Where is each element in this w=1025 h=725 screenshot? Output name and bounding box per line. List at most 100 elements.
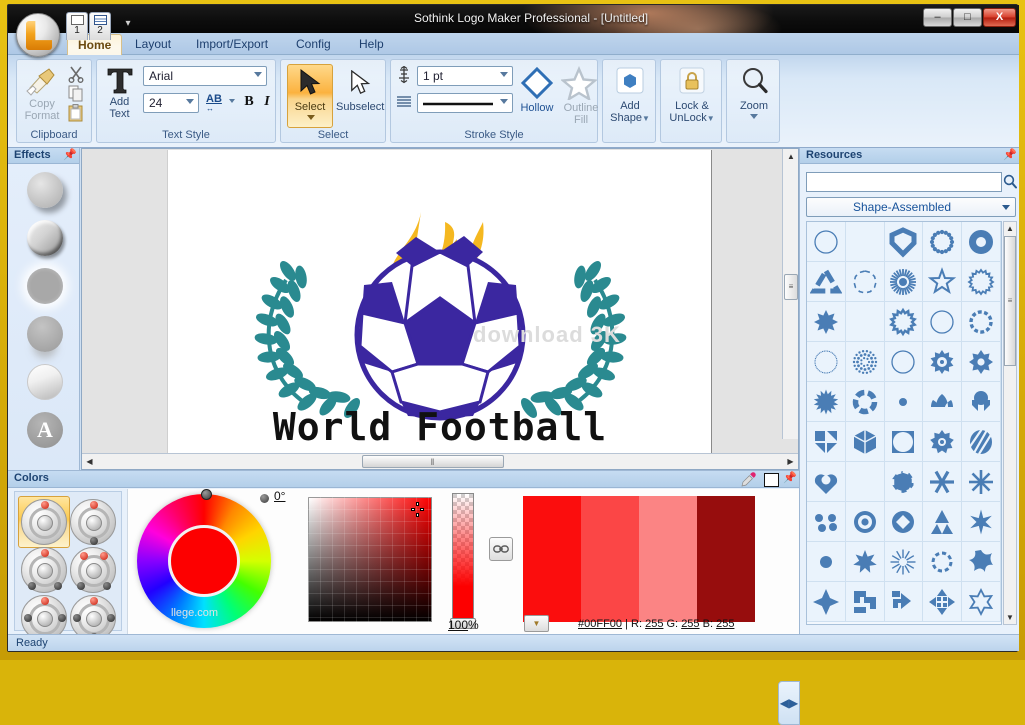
eyedropper-icon[interactable] [741,472,757,487]
reflection-effect-thumb[interactable] [27,316,63,352]
pin-icon[interactable]: 📌 [783,473,797,485]
shape-cell-dashed-petal-ring[interactable] [845,222,885,262]
horizontal-scroll-thumb[interactable]: ‖ [362,455,504,468]
palette-dropdown-button[interactable]: ▼ [524,615,549,632]
shape-cell-scallop-ring-open[interactable] [884,302,924,342]
gradient-effect-thumb[interactable] [27,364,63,400]
g-value[interactable]: 255 [681,618,699,630]
mono-scheme-button[interactable] [21,499,67,545]
shape-cell-halftone-dot-ring[interactable] [845,342,885,382]
ribbon-group-add-shape[interactable]: Add Shape▼ [602,59,656,143]
alpha-value[interactable]: 100 [448,618,468,632]
shape-cell-arrow-bend[interactable] [884,582,924,622]
shape-cell-spiky-sun-ring[interactable] [884,342,924,382]
shape-cell-eight-point-star[interactable] [807,302,846,342]
logo-artwork[interactable]: World Football [168,150,713,453]
paste-button[interactable] [68,104,84,122]
ribbon-group-lock[interactable]: Lock & UnLock▼ [660,59,722,143]
scroll-right-button[interactable]: ▶ [783,454,798,469]
zoom-icon-button[interactable] [741,66,769,96]
quick-access-document-2[interactable]: 2 [89,12,111,40]
shape-cell-bold-asterisk[interactable] [962,502,1001,542]
canvas-vertical-scrollbar[interactable]: ▲ ≡ [782,149,798,439]
shape-cell-tri-fan[interactable] [923,502,963,542]
shape-cell-cherry-blossom[interactable] [884,382,924,422]
shape-cell-square-circle-cut[interactable] [884,422,924,462]
panel-collapse-button[interactable]: ◀▶ [778,681,800,725]
shape-cell-flower-gear[interactable] [923,422,963,462]
foreground-color-swatch[interactable] [764,473,779,487]
quick-access-dropdown-button[interactable]: ▾ [120,17,136,31]
shape-cell-sunburst-dot[interactable] [884,262,924,302]
palette-swatch-4[interactable] [697,496,755,622]
angle-value[interactable]: 0° [274,489,285,503]
scroll-left-button[interactable]: ◀ [82,454,97,469]
shape-cell-thin-ray-burst[interactable] [884,542,924,582]
alpha-slider-track[interactable] [452,493,474,623]
shape-cell-seven-point-star[interactable] [845,542,885,582]
shape-cell-four-arrow-cross[interactable] [923,582,963,622]
shape-cell-six-point-outline-star[interactable] [962,582,1001,622]
hollow-button[interactable] [519,66,555,100]
shape-cell-scalloped-ring[interactable] [962,262,1001,302]
shape-cell-heart-trefoil[interactable] [807,462,846,502]
maximize-button[interactable]: □ [953,8,982,27]
color-palette-strip[interactable] [523,496,755,622]
analogous-scheme-button[interactable] [21,547,67,593]
search-icon[interactable] [1003,174,1017,190]
shape-cell-four-point-diamond[interactable] [807,582,846,622]
select-tool-button[interactable]: Select [287,64,333,128]
shape-cell-target-circle[interactable] [845,502,885,542]
split-complement-scheme-button[interactable] [70,547,116,593]
canvas-area[interactable]: World Football download 3K ▲ ≡ ◀ ‖ ▶ [81,148,799,470]
link-colors-button[interactable] [489,537,513,561]
cut-button[interactable] [67,65,85,83]
glow-effect-thumb[interactable] [27,268,63,304]
pin-icon[interactable]: 📌 [63,150,77,162]
shape-cell-gear-ring[interactable] [923,342,963,382]
shape-grid[interactable] [806,221,1002,625]
shape-cell-thin-circle[interactable] [923,302,963,342]
italic-button[interactable]: I [259,94,275,112]
shape-cell-dashed-ray-circle[interactable] [923,542,963,582]
shape-cell-thick-ring-flower[interactable] [962,222,1001,262]
resources-scroll-thumb[interactable]: ≡ [1004,236,1016,366]
resources-scroll-down-button[interactable]: ▼ [1004,611,1016,624]
shape-cell-dotted-bead-ring[interactable] [923,222,963,262]
canvas-horizontal-scrollbar[interactable]: ◀ ‖ ▶ [82,453,798,469]
scroll-up-button[interactable]: ▲ [783,149,799,164]
shape-cell-fine-dotted-circle[interactable] [807,342,846,382]
copy-format-button[interactable] [23,66,59,96]
text-effect-thumb[interactable]: A [27,412,63,448]
shape-cell-gear-solid[interactable] [962,342,1001,382]
shape-category-combo[interactable]: Shape-Assembled [806,197,1016,217]
shape-cell-pinwheel-arrows[interactable] [845,582,885,622]
ribbon-group-zoom[interactable]: Zoom [726,59,780,143]
resources-scroll-up-button[interactable]: ▲ [1004,222,1016,235]
add-text-button[interactable] [105,65,135,95]
shadow-effect-thumb[interactable] [27,172,63,208]
palette-swatch-1[interactable] [523,496,581,622]
shape-cell-six-ray-asterisk[interactable] [923,462,963,502]
shape-cell-hex-flower-ring[interactable] [845,462,885,502]
search-input[interactable] [806,172,1002,192]
hue-wheel[interactable] [137,494,271,628]
hex-value[interactable]: #00FF00 [578,618,622,630]
shape-cell-three-pod-shield[interactable] [962,382,1001,422]
design-page[interactable]: World Football download 3K [167,150,712,453]
shape-cell-dashed-hex-outline[interactable] [845,262,885,302]
tab-import-export[interactable]: Import/Export [186,34,278,55]
shape-cell-five-petal-flower[interactable] [845,302,885,342]
stroke-style-combo[interactable] [417,93,513,113]
complement-scheme-button[interactable] [70,499,116,545]
b-value[interactable]: 255 [716,618,734,630]
shape-cell-six-petal-blob[interactable] [807,542,846,582]
shape-cell-broken-pentagon[interactable] [884,462,924,502]
shape-cell-diamond-in-circle[interactable] [884,502,924,542]
vertical-scroll-thumb[interactable]: ≡ [784,274,798,300]
outline-fill-button[interactable] [559,65,599,102]
shape-cell-eight-ray-asterisk[interactable] [962,462,1001,502]
stroke-style-icon-button[interactable] [395,94,413,110]
stroke-width-icon-button[interactable] [396,65,412,84]
quick-access-new-document[interactable]: 1 [66,12,88,40]
